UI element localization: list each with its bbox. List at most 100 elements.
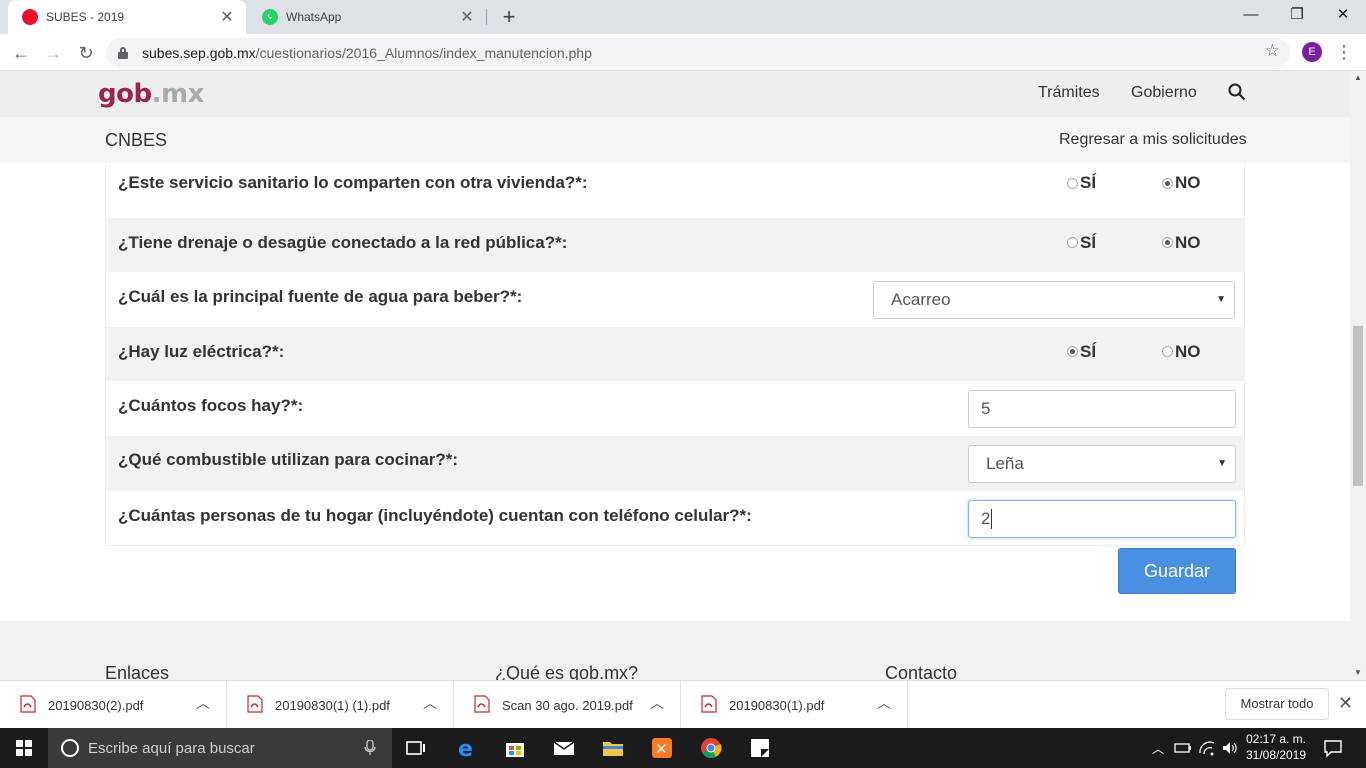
back-to-requests-link[interactable]: Regresar a mis solicitudes [1059, 131, 1247, 149]
close-download-bar-icon[interactable]: ✕ [1338, 693, 1353, 714]
chevron-down-icon: ▼ [1216, 294, 1226, 306]
browser-menu-icon[interactable]: ⋮ [1334, 40, 1354, 64]
edge-browser-icon[interactable]: e [455, 736, 479, 760]
chevron-up-icon[interactable]: ︿ [877, 693, 891, 713]
download-item[interactable]: 20190830(1).pdf ︿ [681, 681, 908, 729]
cooking-fuel-select[interactable]: Leña ▼ [968, 444, 1236, 483]
search-icon[interactable] [1228, 83, 1246, 101]
radio-no[interactable]: NO [1162, 233, 1201, 253]
radio-button[interactable] [1067, 177, 1078, 189]
file-explorer-icon[interactable] [601, 736, 625, 760]
question-label: ¿Qué combustible utilizan para cocinar?*… [118, 449, 459, 469]
chrome-icon[interactable] [699, 736, 723, 760]
restore-window-button[interactable]: ❐ [1274, 0, 1320, 30]
footer-heading-enlaces: Enlaces [105, 663, 170, 680]
subheader: CNBES Regresar a mis solicitudes [0, 117, 1350, 163]
chevron-up-icon[interactable]: ︿ [1152, 740, 1164, 768]
download-filename: Scan 30 ago. 2019.pdf [502, 698, 633, 713]
chevron-down-icon: ▼ [1217, 457, 1227, 469]
download-filename: 20190830(2).pdf [48, 698, 144, 713]
pdf-file-icon [701, 695, 717, 713]
water-source-select[interactable]: Acarreo ▼ [873, 281, 1235, 320]
xampp-icon[interactable]: ✕ [650, 736, 674, 760]
web-page: gob.mx Trámites Gobierno CNBES Regresar … [0, 71, 1350, 680]
select-value: Leña [986, 453, 1024, 473]
wifi-icon[interactable] [1198, 739, 1216, 757]
chevron-up-icon[interactable]: ︿ [650, 693, 664, 713]
sticky-notes-icon[interactable] [748, 736, 772, 760]
windows-taskbar: Escribe aquí para buscar e ✕ ︿ 02:17 a. … [0, 728, 1366, 768]
cell-phones-input[interactable]: 2 [968, 499, 1236, 538]
radio-button[interactable] [1162, 177, 1173, 189]
browser-tab-strip: SUBES - 2019 ✕ WhatsApp ✕ + — ❐ ✕ [0, 0, 1366, 34]
radio-no[interactable]: NO [1162, 173, 1201, 193]
chevron-up-icon[interactable]: ︿ [196, 693, 210, 713]
forward-arrow-icon[interactable]: → [40, 40, 66, 66]
close-tab-icon[interactable]: ✕ [218, 7, 236, 27]
chevron-up-icon[interactable]: ︿ [423, 693, 437, 713]
back-arrow-icon[interactable]: ← [8, 40, 34, 66]
microphone-icon[interactable] [364, 740, 376, 756]
radio-button[interactable] [1162, 346, 1173, 358]
volume-icon[interactable] [1221, 739, 1239, 757]
radio-button[interactable] [1162, 237, 1173, 249]
tab-title: SUBES - 2019 [46, 10, 125, 24]
task-view-icon[interactable] [404, 736, 428, 760]
taskbar-search-box[interactable]: Escribe aquí para buscar [48, 728, 392, 768]
download-item[interactable]: 20190830(2).pdf ︿ [0, 681, 227, 729]
radio-si[interactable]: SÍ [1067, 173, 1096, 193]
radio-button[interactable] [1067, 237, 1078, 249]
nav-link-gobierno[interactable]: Gobierno [1131, 84, 1197, 102]
radio-button[interactable] [1067, 346, 1078, 358]
close-window-button[interactable]: ✕ [1320, 0, 1366, 30]
show-all-downloads-button[interactable]: Mostrar todo [1225, 688, 1329, 720]
page-scrollbar[interactable]: ▲ ▼ [1350, 71, 1366, 680]
scroll-down-icon[interactable]: ▼ [1350, 666, 1366, 680]
store-icon[interactable] [503, 736, 527, 760]
svg-text:✕: ✕ [655, 740, 668, 758]
question-row: ¿Cuántas personas de tu hogar (incluyénd… [106, 491, 1244, 546]
minimize-window-button[interactable]: — [1228, 0, 1274, 30]
pdf-file-icon [247, 695, 263, 713]
close-tab-icon[interactable]: ✕ [458, 7, 476, 27]
question-row: ¿Qué combustible utilizan para cocinar?*… [106, 435, 1244, 491]
radio-no[interactable]: NO [1162, 342, 1201, 362]
download-item[interactable]: 20190830(1) (1).pdf ︿ [227, 681, 454, 729]
battery-icon[interactable] [1174, 740, 1192, 756]
address-bar[interactable]: subes.sep.gob.mx/cuestionarios/2016_Alum… [106, 38, 1290, 67]
url-host: subes.sep.gob.mx [142, 44, 256, 61]
page-footer: Enlaces ¿Qué es gob.mx? Contacto [0, 621, 1350, 680]
input-value: 2 [981, 508, 991, 528]
question-row: ¿Cuál es la principal fuente de agua par… [106, 272, 1244, 327]
radio-si[interactable]: SÍ [1067, 233, 1096, 253]
cortana-circle-icon [61, 739, 79, 757]
download-bar: 20190830(2).pdf ︿ 20190830(1) (1).pdf ︿ … [0, 680, 1366, 729]
gob-header: gob.mx Trámites Gobierno [0, 71, 1350, 117]
system-clock[interactable]: 02:17 a. m. 31/08/2019 [1244, 731, 1308, 763]
light-bulbs-input[interactable]: 5 [968, 390, 1236, 429]
radio-si[interactable]: SÍ [1067, 342, 1096, 362]
notifications-icon[interactable] [1322, 737, 1344, 759]
question-label: ¿Cuántas personas de tu hogar (incluyénd… [118, 505, 752, 525]
new-tab-button[interactable]: + [496, 4, 522, 30]
tab-subes[interactable]: SUBES - 2019 ✕ [8, 0, 246, 34]
question-label: ¿Tiene drenaje o desagüe conectado a la … [118, 232, 568, 252]
reload-icon[interactable]: ↻ [73, 40, 99, 66]
question-label: ¿Cuál es la principal fuente de agua par… [118, 287, 523, 307]
download-item[interactable]: Scan 30 ago. 2019.pdf ︿ [454, 681, 681, 729]
scrollbar-thumb[interactable] [1353, 326, 1363, 486]
profile-avatar[interactable]: E [1302, 42, 1322, 62]
tab-whatsapp[interactable]: WhatsApp ✕ [248, 0, 486, 34]
mail-icon[interactable] [552, 736, 576, 760]
bookmark-star-icon[interactable]: ☆ [1265, 41, 1280, 61]
gob-mx-logo[interactable]: gob.mx [98, 79, 204, 109]
url-path: /cuestionarios/2016_Alumnos/index_manute… [255, 44, 592, 61]
footer-heading-contacto: Contacto [885, 663, 958, 680]
scroll-up-icon[interactable]: ▲ [1350, 71, 1366, 85]
search-placeholder: Escribe aquí para buscar [88, 739, 255, 757]
nav-link-tramites[interactable]: Trámites [1038, 84, 1100, 102]
download-filename: 20190830(1) (1).pdf [275, 698, 390, 713]
save-button[interactable]: Guardar [1118, 548, 1236, 594]
pdf-file-icon [20, 695, 36, 713]
windows-start-icon[interactable] [0, 728, 48, 768]
